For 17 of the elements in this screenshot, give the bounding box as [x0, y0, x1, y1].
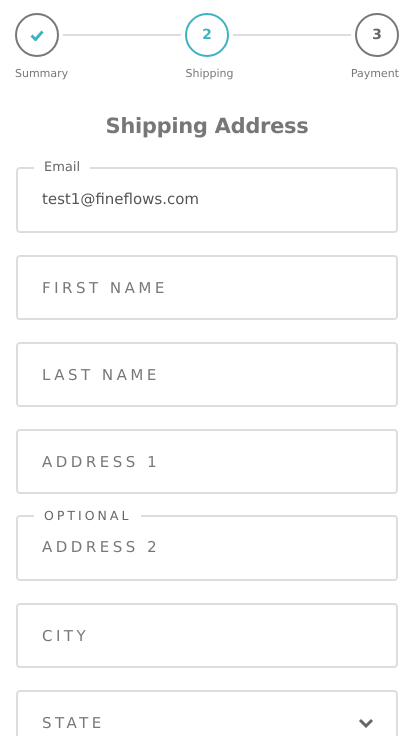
chevron-down-icon [358, 718, 374, 728]
input-field[interactable]: LAST NAME [16, 342, 398, 407]
step-label: Summary [15, 67, 68, 80]
step-label: Shipping [186, 67, 234, 80]
completed-step[interactable] [15, 13, 59, 57]
input-field[interactable]: Email test1@fineflows.com [16, 161, 398, 233]
step-number[interactable]: 3 [355, 13, 399, 57]
select-field[interactable]: STATE [16, 690, 398, 736]
input-field[interactable]: CITY [16, 603, 398, 668]
page-title: Shipping Address [104, 114, 310, 138]
check-icon [30, 30, 44, 40]
input-field[interactable]: OPTIONAL ADDRESS 2 [16, 509, 398, 581]
input-field[interactable]: ADDRESS 1 [16, 429, 398, 494]
field-label: Email [43, 161, 82, 175]
step-label: Payment [350, 67, 399, 80]
input-field[interactable]: FIRST NAME [16, 255, 398, 320]
field-label: OPTIONAL [43, 509, 132, 523]
